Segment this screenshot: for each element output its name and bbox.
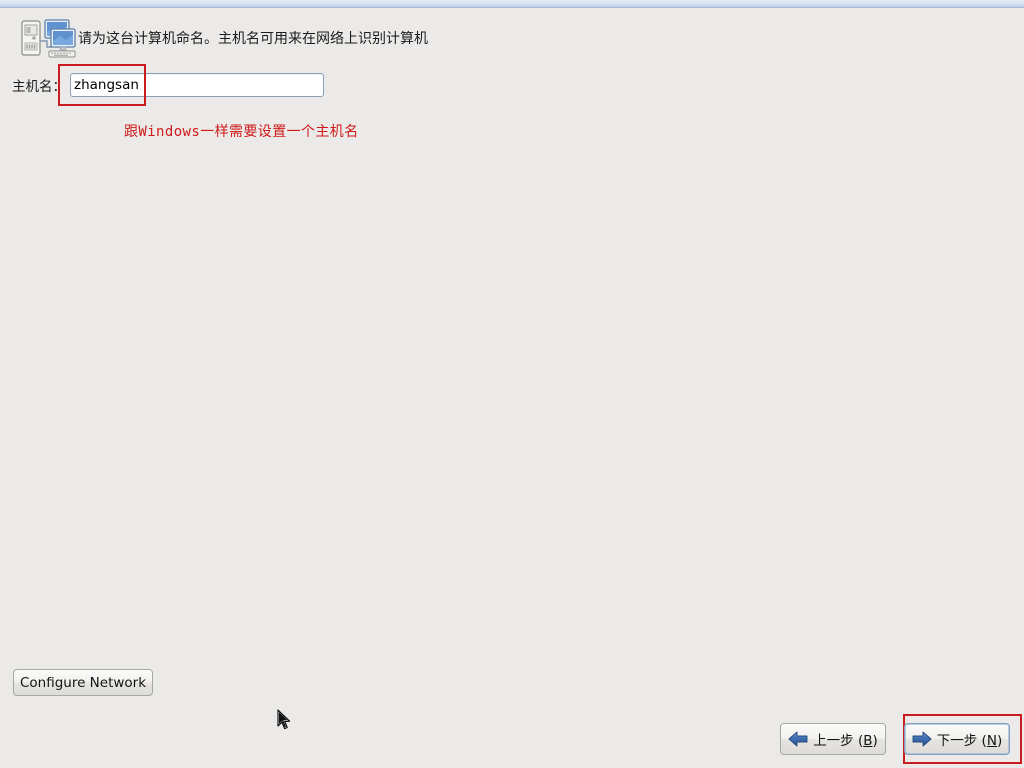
hostname-row: 主机名：	[12, 72, 324, 98]
text-caret	[145, 74, 146, 93]
next-button-label: 下一步 (N)	[936, 733, 1003, 749]
arrow-left-icon	[788, 731, 808, 747]
hostname-label: 主机名：	[12, 79, 66, 95]
header-row: 请为这台计算机命名。主机名可用来在网络上识别计算机	[20, 16, 1000, 62]
mouse-cursor	[277, 709, 291, 731]
hostname-input[interactable]	[70, 73, 324, 97]
hostname-annotation-text: 跟Windows一样需要设置一个主机名	[124, 124, 359, 140]
computer-network-icon	[20, 17, 76, 61]
header-instruction-text: 请为这台计算机命名。主机名可用来在网络上识别计算机	[78, 30, 428, 47]
arrow-right-icon	[912, 731, 932, 747]
back-button-label: 上一步 (B)	[813, 733, 878, 749]
back-button[interactable]: 上一步 (B)	[780, 723, 886, 755]
configure-network-button[interactable]: Configure Network	[13, 669, 153, 696]
navigation-buttons: 上一步 (B) 下一步 (N)	[780, 723, 1010, 755]
next-button[interactable]: 下一步 (N)	[904, 723, 1010, 755]
top-accent-bar	[0, 0, 1024, 8]
